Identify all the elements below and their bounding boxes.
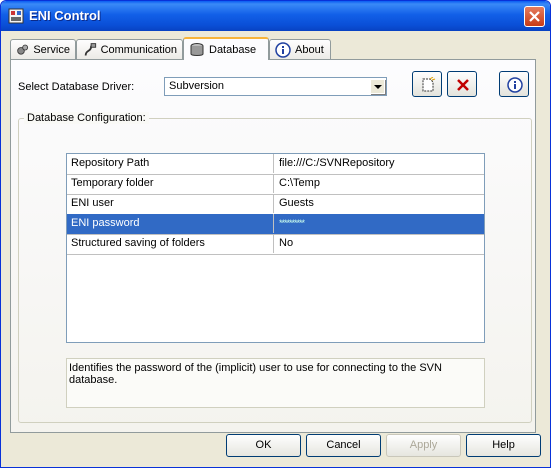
close-icon (529, 11, 540, 22)
property-value[interactable]: No (275, 234, 293, 253)
tab-communication[interactable]: Communication (76, 39, 183, 59)
database-driver-select[interactable]: Subversion (164, 77, 387, 96)
driver-label: Select Database Driver: (18, 81, 135, 93)
chevron-down-icon[interactable] (370, 79, 385, 94)
table-row[interactable]: Structured saving of folders No (67, 234, 484, 255)
help-button[interactable]: Help (466, 434, 541, 457)
app-icon (8, 8, 24, 24)
property-name: ENI user (67, 194, 274, 213)
new-document-icon (422, 77, 436, 92)
property-description: Identifies the password of the (implicit… (66, 358, 485, 408)
dialog-client: Service Communication Database About Sel… (4, 31, 547, 463)
info-icon (507, 77, 523, 93)
tab-about[interactable]: About (269, 39, 331, 59)
plug-icon (84, 42, 97, 56)
table-row[interactable]: Temporary folder C:\Temp (67, 174, 484, 195)
tab-database-label: Database (209, 43, 257, 56)
info-icon (275, 41, 291, 58)
database-driver-value: Subversion (169, 80, 225, 92)
property-name: Temporary folder (67, 174, 274, 193)
property-name: ENI password (67, 214, 274, 233)
table-row[interactable]: Repository Path file:///C:/SVNRepository (67, 154, 484, 175)
tab-service[interactable]: Service (10, 39, 76, 59)
window-title: ENI Control (29, 8, 101, 23)
property-value[interactable]: ********** (275, 214, 305, 233)
table-row[interactable]: ENI user Guests (67, 194, 484, 215)
database-icon (190, 42, 204, 56)
property-value[interactable]: C:\Temp (275, 174, 320, 193)
eni-control-window: ENI Control Service Communication Databa… (0, 0, 551, 468)
close-button[interactable] (524, 6, 545, 27)
cancel-button[interactable]: Cancel (306, 434, 381, 457)
property-value[interactable]: file:///C:/SVNRepository (275, 154, 395, 173)
tab-about-label: About (295, 43, 324, 56)
database-configuration-label: Database Configuration: (24, 112, 149, 124)
apply-button[interactable]: Apply (386, 434, 461, 457)
configuration-grid[interactable]: Repository Path file:///C:/SVNRepository… (66, 153, 485, 343)
tab-service-label: Service (33, 43, 70, 56)
ok-button[interactable]: OK (226, 434, 301, 457)
property-name: Repository Path (67, 154, 274, 173)
property-name: Structured saving of folders (67, 234, 274, 253)
gears-icon (17, 44, 29, 55)
tab-communication-label: Communication (100, 43, 177, 56)
property-value[interactable]: Guests (275, 194, 314, 213)
title-bar[interactable]: ENI Control (1, 1, 550, 31)
new-button[interactable] (412, 71, 442, 97)
info-button[interactable] (499, 71, 529, 97)
table-row-selected[interactable]: ENI password ********** (67, 214, 484, 235)
red-x-icon (457, 79, 469, 91)
tab-database[interactable]: Database (183, 37, 269, 60)
delete-button[interactable] (447, 71, 477, 97)
